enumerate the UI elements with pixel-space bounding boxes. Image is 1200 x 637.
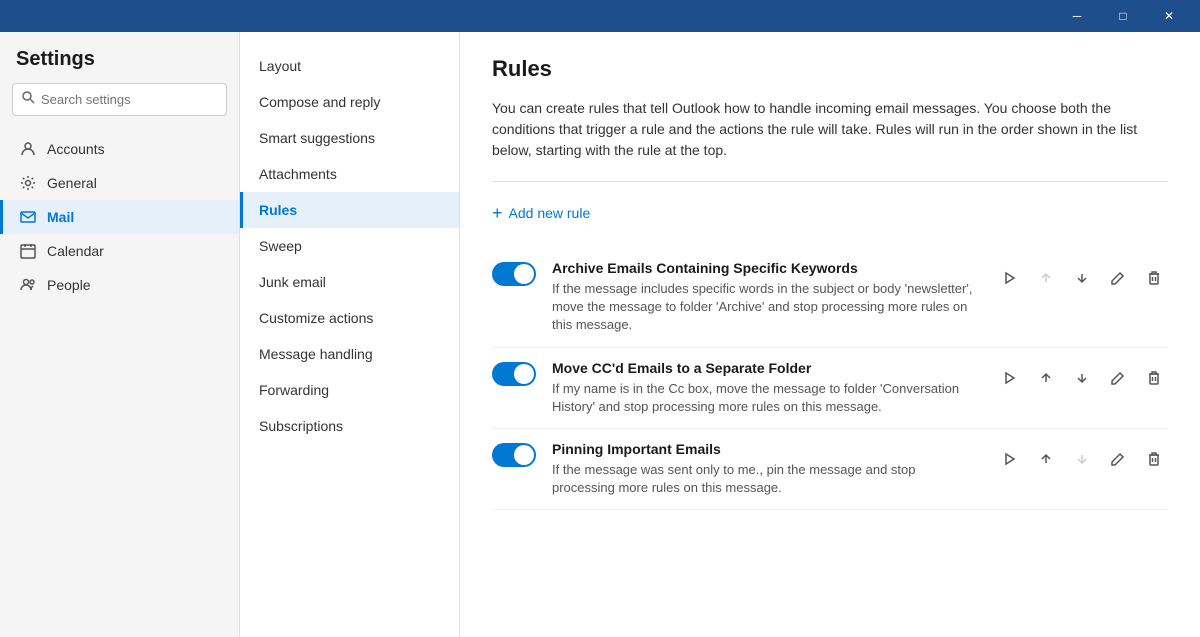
search-icon xyxy=(21,90,35,109)
rule1-up-button[interactable] xyxy=(1032,264,1060,292)
arrow-down-icon xyxy=(1075,271,1089,285)
rule1-title: Archive Emails Containing Specific Keywo… xyxy=(552,260,980,276)
edit-icon xyxy=(1111,371,1125,385)
search-box[interactable] xyxy=(12,83,227,116)
rule-row: Archive Emails Containing Specific Keywo… xyxy=(492,248,1168,348)
mid-item-layout[interactable]: Layout xyxy=(240,48,459,84)
edit-icon xyxy=(1111,452,1125,466)
arrow-up-icon xyxy=(1039,371,1053,385)
titlebar: ─ □ ✕ xyxy=(0,0,1200,32)
rule1-desc: If the message includes specific words i… xyxy=(552,280,980,335)
rule2-up-button[interactable] xyxy=(1032,364,1060,392)
sidebar-item-accounts-label: Accounts xyxy=(47,141,105,157)
calendar-icon xyxy=(19,242,37,260)
rule3-down-button[interactable] xyxy=(1068,445,1096,473)
person-icon xyxy=(19,140,37,158)
page-title: Rules xyxy=(492,56,1168,82)
mid-item-rules[interactable]: Rules xyxy=(240,192,459,228)
rule1-edit-button[interactable] xyxy=(1104,264,1132,292)
add-rule-label: Add new rule xyxy=(509,205,591,221)
sidebar-item-general[interactable]: General xyxy=(0,166,239,200)
rule2-title: Move CC'd Emails to a Separate Folder xyxy=(552,360,980,376)
rule3-up-button[interactable] xyxy=(1032,445,1060,473)
mid-item-smart[interactable]: Smart suggestions xyxy=(240,120,459,156)
rule3-title: Pinning Important Emails xyxy=(552,441,980,457)
divider xyxy=(492,181,1168,182)
play-icon xyxy=(1003,271,1017,285)
edit-icon xyxy=(1111,271,1125,285)
rule2-run-button[interactable] xyxy=(996,364,1024,392)
mid-item-compose[interactable]: Compose and reply xyxy=(240,84,459,120)
rule1-actions xyxy=(996,264,1168,292)
rule3-desc: If the message was sent only to me., pin… xyxy=(552,461,980,497)
trash-icon xyxy=(1147,271,1161,285)
sidebar-item-calendar[interactable]: Calendar xyxy=(0,234,239,268)
rule1-run-button[interactable] xyxy=(996,264,1024,292)
mid-item-junk[interactable]: Junk email xyxy=(240,264,459,300)
mid-item-message[interactable]: Message handling xyxy=(240,336,459,372)
sidebar-item-mail[interactable]: Mail xyxy=(0,200,239,234)
close-button[interactable]: ✕ xyxy=(1146,0,1192,32)
plus-icon: + xyxy=(492,204,503,222)
rule3-edit-button[interactable] xyxy=(1104,445,1132,473)
sidebar-item-people[interactable]: People xyxy=(0,268,239,302)
sidebar-item-calendar-label: Calendar xyxy=(47,243,104,259)
trash-icon xyxy=(1147,371,1161,385)
sidebar-item-people-label: People xyxy=(47,277,91,293)
add-rule-button[interactable]: + Add new rule xyxy=(492,198,590,228)
rule3-actions xyxy=(996,445,1168,473)
people-icon xyxy=(19,276,37,294)
mid-item-customize[interactable]: Customize actions xyxy=(240,300,459,336)
window-controls: ─ □ ✕ xyxy=(1054,0,1192,32)
main-content: Rules You can create rules that tell Out… xyxy=(460,32,1200,637)
mid-item-sweep[interactable]: Sweep xyxy=(240,228,459,264)
rule2-toggle-switch[interactable] xyxy=(492,362,536,386)
mid-item-attachments[interactable]: Attachments xyxy=(240,156,459,192)
rule3-run-button[interactable] xyxy=(996,445,1024,473)
mail-icon xyxy=(19,208,37,226)
play-icon xyxy=(1003,371,1017,385)
rule1-delete-button[interactable] xyxy=(1140,264,1168,292)
rule1-toggle-switch[interactable] xyxy=(492,262,536,286)
sidebar: Settings Accounts xyxy=(0,32,240,637)
rule1-down-button[interactable] xyxy=(1068,264,1096,292)
rule3-content: Pinning Important Emails If the message … xyxy=(552,441,980,497)
rule2-edit-button[interactable] xyxy=(1104,364,1132,392)
arrow-up-icon xyxy=(1039,452,1053,466)
rule2-desc: If my name is in the Cc box, move the me… xyxy=(552,380,980,416)
app-body: Settings Accounts xyxy=(0,32,1200,637)
mid-item-subscriptions[interactable]: Subscriptions xyxy=(240,408,459,444)
rule3-delete-button[interactable] xyxy=(1140,445,1168,473)
rule2-content: Move CC'd Emails to a Separate Folder If… xyxy=(552,360,980,416)
arrow-down-icon xyxy=(1075,371,1089,385)
rule3-toggle[interactable] xyxy=(492,443,536,467)
minimize-button[interactable]: ─ xyxy=(1054,0,1100,32)
rule2-down-button[interactable] xyxy=(1068,364,1096,392)
rule-row: Pinning Important Emails If the message … xyxy=(492,429,1168,510)
sidebar-title: Settings xyxy=(0,48,239,83)
sidebar-item-accounts[interactable]: Accounts xyxy=(0,132,239,166)
maximize-button[interactable]: □ xyxy=(1100,0,1146,32)
rule1-content: Archive Emails Containing Specific Keywo… xyxy=(552,260,980,335)
mid-item-forwarding[interactable]: Forwarding xyxy=(240,372,459,408)
rule3-toggle-switch[interactable] xyxy=(492,443,536,467)
sidebar-item-general-label: General xyxy=(47,175,97,191)
rule2-actions xyxy=(996,364,1168,392)
play-icon xyxy=(1003,452,1017,466)
trash-icon xyxy=(1147,452,1161,466)
arrow-up-icon xyxy=(1039,271,1053,285)
rule1-toggle[interactable] xyxy=(492,262,536,286)
rule2-toggle[interactable] xyxy=(492,362,536,386)
mid-panel: Layout Compose and reply Smart suggestio… xyxy=(240,32,460,637)
sidebar-item-mail-label: Mail xyxy=(47,209,74,225)
arrow-down-icon xyxy=(1075,452,1089,466)
page-description: You can create rules that tell Outlook h… xyxy=(492,98,1168,161)
rule-row: Move CC'd Emails to a Separate Folder If… xyxy=(492,348,1168,429)
gear-icon xyxy=(19,174,37,192)
rule2-delete-button[interactable] xyxy=(1140,364,1168,392)
search-input[interactable] xyxy=(41,92,218,107)
